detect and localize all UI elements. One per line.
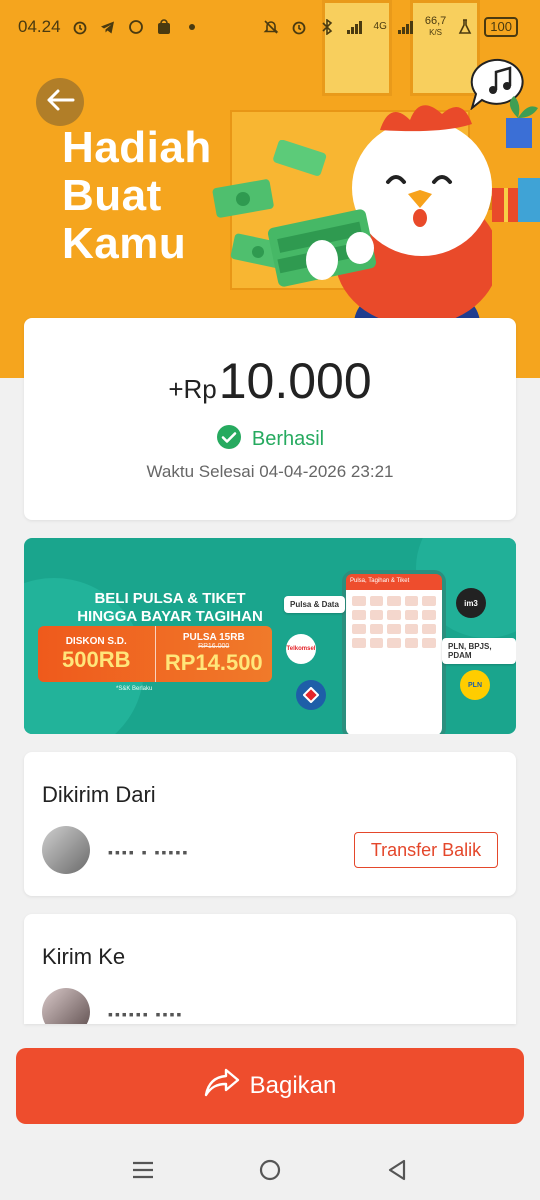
dot-icon — [183, 18, 201, 36]
receiver-card: Kirim Ke ▪▪▪▪▪▪ ▪▪▪▪ — [24, 914, 516, 1024]
alarm-icon — [71, 18, 89, 36]
pulsa-label: PULSA 15RB — [182, 632, 245, 643]
promo-banner[interactable]: BELI PULSA & TIKET HINGGA BAYAR TAGIHAN … — [24, 538, 516, 734]
amount-value: 10.000 — [218, 353, 372, 409]
pln-logo: PLN — [460, 670, 490, 700]
share-button[interactable]: Bagikan — [16, 1048, 524, 1124]
gift-box-icon — [492, 178, 540, 222]
network-type: 4G — [373, 21, 387, 32]
receiver-masked-name: ▪▪▪▪▪▪ ▪▪▪▪ — [108, 1006, 184, 1022]
share-label: Bagikan — [249, 1072, 337, 1099]
check-circle-icon — [216, 424, 242, 455]
transaction-status: Berhasil — [24, 424, 516, 455]
sender-masked-name: ▪▪▪▪ ▪ ▪▪▪▪▪ — [108, 844, 190, 860]
status-bar: 04.24 4G 66,7 K/S 100 — [0, 0, 540, 54]
share-arrow-icon — [204, 1068, 240, 1105]
transfer-back-button[interactable]: Transfer Balik — [354, 832, 498, 868]
battery-indicator: 100 — [484, 17, 518, 37]
plant-icon — [506, 96, 538, 148]
mute-icon — [262, 18, 280, 36]
promo-headline: BELI PULSA & TIKET — [94, 590, 246, 607]
flask-icon — [456, 18, 474, 36]
hero-title-line: Hadiah — [62, 123, 212, 172]
signal-icon — [397, 18, 415, 36]
telegram-icon — [99, 18, 117, 36]
completed-time: Waktu Selesai 04-04-2026 23:21 — [146, 462, 394, 481]
pulsa-original-price: RP16.000 — [198, 643, 230, 650]
back-button[interactable] — [36, 78, 84, 126]
chat-icon — [127, 18, 145, 36]
receiver-section-title: Kirim Ke — [42, 944, 126, 969]
discount-label: DISKON S.D. — [65, 635, 127, 647]
promo-pulsa: PULSA 15RB RP16.000 RP14.500 — [154, 626, 273, 682]
promo-phone-mockup: Pulsa, Tagihan & Tiket — [342, 570, 446, 734]
amount-row: +Rp 10.000 — [24, 352, 516, 410]
transaction-card: +Rp 10.000 Berhasil Waktu Selesai 04-04-… — [24, 318, 516, 520]
phone-grid — [346, 590, 442, 654]
menu-icon[interactable] — [123, 1150, 163, 1190]
signal-icon — [346, 18, 364, 36]
dominos-logo — [296, 680, 326, 710]
telkomsel-logo: Telkomsel — [286, 634, 316, 664]
sender-section-title: Dikirim Dari — [42, 782, 156, 807]
discount-value: 500RB — [62, 646, 131, 672]
network-speed-value: 66,7 — [424, 15, 447, 27]
promo-pill-pulsa: Pulsa & Data — [284, 596, 345, 613]
home-icon[interactable] — [250, 1150, 290, 1190]
network-speed-unit: K/S — [429, 28, 443, 37]
sender-avatar — [42, 826, 90, 874]
phone-header: Pulsa, Tagihan & Tiket — [346, 574, 442, 590]
sender-card: Dikirim Dari ▪▪▪▪ ▪ ▪▪▪▪▪ Transfer Balik — [24, 752, 516, 896]
alarm-icon — [290, 18, 308, 36]
status-text: Berhasil — [251, 428, 325, 450]
promo-offer-box: DISKON S.D. 500RB PULSA 15RB RP16.000 RP… — [38, 626, 272, 682]
promo-discount: DISKON S.D. 500RB — [38, 626, 155, 682]
promo-headline: HINGGA BAYAR TAGIHAN — [77, 608, 263, 625]
network-speed: 66,7 K/S — [425, 16, 446, 38]
back-arrow-icon — [45, 88, 75, 117]
promo-pill-bills: PLN, BPJS, PDAM — [442, 638, 516, 664]
back-icon[interactable] — [377, 1150, 417, 1190]
im3-logo: im3 — [456, 588, 486, 618]
bluetooth-icon — [318, 18, 336, 36]
currency-prefix: +Rp — [168, 374, 217, 404]
status-time: 04.24 — [18, 17, 61, 36]
pulsa-price: RP14.500 — [164, 650, 263, 675]
shopee-icon — [155, 18, 173, 36]
receiver-avatar — [42, 988, 90, 1024]
system-nav-bar — [0, 1140, 540, 1200]
promo-footnote: *S&K Berlaku — [116, 686, 153, 692]
